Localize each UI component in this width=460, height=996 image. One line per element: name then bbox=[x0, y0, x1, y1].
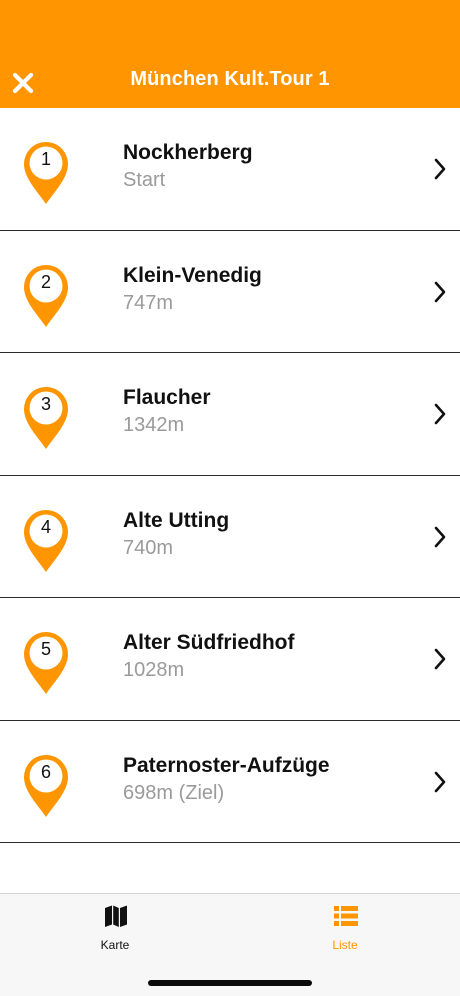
list-item[interactable]: 5 Alter Südfriedhof 1028m bbox=[0, 598, 460, 721]
stop-number: 2 bbox=[40, 271, 51, 292]
stop-distance: 740m bbox=[123, 536, 174, 559]
home-indicator[interactable] bbox=[148, 980, 312, 986]
map-icon bbox=[105, 905, 127, 927]
stop-distance: Start bbox=[123, 169, 166, 191]
stop-number: 4 bbox=[40, 516, 51, 537]
stop-title: Klein-Venedig bbox=[123, 263, 262, 287]
stop-title: Nockherberg bbox=[123, 141, 253, 164]
chevron-right-icon bbox=[434, 281, 446, 302]
stop-number: 1 bbox=[40, 149, 51, 169]
nav-header: München Kult.Tour 1 bbox=[0, 0, 460, 108]
stop-number: 5 bbox=[40, 639, 51, 659]
tab-label: Liste bbox=[332, 938, 358, 952]
tab-label: Karte bbox=[100, 938, 130, 952]
stop-title: Paternoster-Aufzüge bbox=[123, 753, 330, 777]
chevron-right-icon bbox=[434, 526, 446, 547]
stop-title: Flaucher bbox=[123, 386, 211, 409]
stop-title: Alte Utting bbox=[123, 508, 230, 532]
list-item[interactable]: 4 Alte Utting 740m bbox=[0, 475, 460, 598]
stop-list: 1 Nockherberg Start 2 Klein-Venedig 747m… bbox=[0, 108, 460, 843]
stop-number: 3 bbox=[40, 394, 51, 414]
stop-distance: 698m (Ziel) bbox=[123, 781, 225, 804]
list-item[interactable]: 3 Flaucher 1342m bbox=[0, 353, 460, 476]
chevron-right-icon bbox=[434, 403, 446, 425]
stop-distance: 1028m bbox=[123, 659, 185, 681]
chevron-right-icon bbox=[434, 158, 446, 180]
list-icon bbox=[334, 906, 358, 926]
list-item[interactable]: 1 Nockherberg Start bbox=[0, 108, 460, 231]
chevron-right-icon bbox=[434, 648, 446, 670]
stop-distance: 747m bbox=[123, 291, 174, 314]
page-title: München Kult.Tour 1 bbox=[130, 68, 330, 90]
stop-number: 6 bbox=[40, 761, 51, 782]
stop-distance: 1342m bbox=[123, 414, 185, 436]
stop-title: Alter Südfriedhof bbox=[123, 631, 295, 654]
list-item[interactable]: 2 Klein-Venedig 747m bbox=[0, 230, 460, 353]
chevron-right-icon bbox=[434, 771, 446, 792]
list-item[interactable]: 6 Paternoster-Aufzüge 698m (Ziel) bbox=[0, 720, 460, 843]
tab-karte[interactable]: Karte bbox=[0, 894, 230, 964]
tab-liste[interactable]: Liste bbox=[230, 894, 460, 964]
